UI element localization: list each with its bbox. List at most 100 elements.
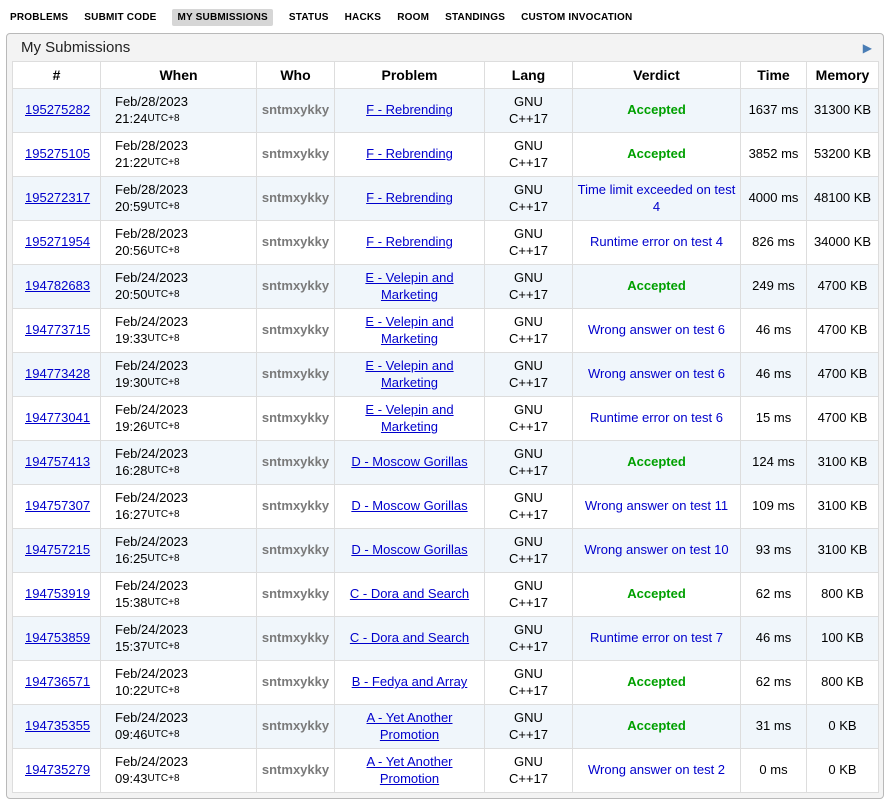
table-row: 194753859 Feb/24/2023 15:37UTC+8 sntmxyk… <box>13 617 879 661</box>
table-row: 194773428 Feb/24/2023 19:30UTC+8 sntmxyk… <box>13 353 879 397</box>
user-link[interactable]: sntmxykky <box>262 586 329 601</box>
expand-arrow-icon[interactable]: ▶ <box>863 42 872 54</box>
user-link[interactable]: sntmxykky <box>262 454 329 469</box>
user-link[interactable]: sntmxykky <box>262 146 329 161</box>
submission-id-link[interactable]: 194757215 <box>25 542 90 557</box>
submission-verdict-cell: Wrong answer on test 2 <box>573 749 741 793</box>
submission-problem-cell: F - Rebrending <box>335 221 485 265</box>
submission-verdict-cell: Wrong answer on test 6 <box>573 353 741 397</box>
user-link[interactable]: sntmxykky <box>262 762 329 777</box>
submission-date: Feb/24/2023 <box>115 358 252 375</box>
submission-id-link[interactable]: 194753919 <box>25 586 90 601</box>
submission-memory-cell: 0 KB <box>807 705 879 749</box>
col-header-who: Who <box>257 62 335 89</box>
verdict-text: Wrong answer on test 10 <box>584 542 728 557</box>
nav-item-custom-invocation[interactable]: CUSTOM INVOCATION <box>521 12 632 23</box>
nav-item-room[interactable]: ROOM <box>397 12 429 23</box>
submission-id-link[interactable]: 194782683 <box>25 278 90 293</box>
submission-id-link[interactable]: 194735355 <box>25 718 90 733</box>
submission-time-line: 09:43UTC+8 <box>115 771 252 788</box>
problem-link[interactable]: D - Moscow Gorillas <box>351 498 467 513</box>
nav-item-status[interactable]: STATUS <box>289 12 329 23</box>
submission-problem-cell: A - Yet Another Promotion <box>335 705 485 749</box>
submission-verdict-cell: Wrong answer on test 10 <box>573 529 741 573</box>
submission-who-cell: sntmxykky <box>257 485 335 529</box>
submission-when-cell: Feb/28/2023 20:59UTC+8 <box>101 177 257 221</box>
user-link[interactable]: sntmxykky <box>262 498 329 513</box>
problem-link[interactable]: D - Moscow Gorillas <box>351 454 467 469</box>
submission-id-link[interactable]: 195272317 <box>25 190 90 205</box>
submission-id-link[interactable]: 194736571 <box>25 674 90 689</box>
submission-id-link[interactable]: 194773715 <box>25 322 90 337</box>
user-link[interactable]: sntmxykky <box>262 190 329 205</box>
problem-link[interactable]: E - Velepin and Marketing <box>365 402 453 434</box>
nav-item-submit-code[interactable]: SUBMIT CODE <box>84 12 156 23</box>
nav-item-my-submissions[interactable]: MY SUBMISSIONS <box>172 9 272 26</box>
submission-time-line: 15:37UTC+8 <box>115 639 252 656</box>
submission-memory-cell: 100 KB <box>807 617 879 661</box>
problem-link[interactable]: F - Rebrending <box>366 146 453 161</box>
user-link[interactable]: sntmxykky <box>262 234 329 249</box>
table-row: 195271954 Feb/28/2023 20:56UTC+8 sntmxyk… <box>13 221 879 265</box>
submission-who-cell: sntmxykky <box>257 617 335 661</box>
problem-link[interactable]: C - Dora and Search <box>350 586 469 601</box>
problem-link[interactable]: D - Moscow Gorillas <box>351 542 467 557</box>
user-link[interactable]: sntmxykky <box>262 410 329 425</box>
submission-exec-time-cell: 15 ms <box>741 397 807 441</box>
timezone-label: UTC+8 <box>148 553 180 564</box>
user-link[interactable]: sntmxykky <box>262 542 329 557</box>
submission-id-link[interactable]: 194773041 <box>25 410 90 425</box>
problem-link[interactable]: F - Rebrending <box>366 190 453 205</box>
user-link[interactable]: sntmxykky <box>262 278 329 293</box>
submission-id-link[interactable]: 194773428 <box>25 366 90 381</box>
verdict-text: Wrong answer on test 6 <box>588 322 725 337</box>
submission-id-link[interactable]: 194757413 <box>25 454 90 469</box>
submission-date: Feb/24/2023 <box>115 270 252 287</box>
submissions-table: # When Who Problem Lang Verdict Time Mem… <box>12 61 879 793</box>
submission-id-link[interactable]: 195275105 <box>25 146 90 161</box>
submission-memory-cell: 48100 KB <box>807 177 879 221</box>
user-link[interactable]: sntmxykky <box>262 630 329 645</box>
nav-item-standings[interactable]: STANDINGS <box>445 12 505 23</box>
submission-id-link[interactable]: 195275282 <box>25 102 90 117</box>
problem-link[interactable]: F - Rebrending <box>366 102 453 117</box>
user-link[interactable]: sntmxykky <box>262 102 329 117</box>
submission-time-line: 21:24UTC+8 <box>115 111 252 128</box>
submission-memory-cell: 4700 KB <box>807 309 879 353</box>
table-row: 194736571 Feb/24/2023 10:22UTC+8 sntmxyk… <box>13 661 879 705</box>
nav-item-problems[interactable]: PROBLEMS <box>10 12 68 23</box>
submission-lang-cell: GNU C++17 <box>485 397 573 441</box>
submission-who-cell: sntmxykky <box>257 265 335 309</box>
problem-link[interactable]: B - Fedya and Array <box>352 674 468 689</box>
submission-who-cell: sntmxykky <box>257 573 335 617</box>
problem-link[interactable]: A - Yet Another Promotion <box>366 710 452 742</box>
problem-link[interactable]: A - Yet Another Promotion <box>366 754 452 786</box>
problem-link[interactable]: C - Dora and Search <box>350 630 469 645</box>
submission-who-cell: sntmxykky <box>257 221 335 265</box>
user-link[interactable]: sntmxykky <box>262 322 329 337</box>
col-header-problem: Problem <box>335 62 485 89</box>
user-link[interactable]: sntmxykky <box>262 674 329 689</box>
submission-id-link[interactable]: 194753859 <box>25 630 90 645</box>
submission-id-link[interactable]: 194735279 <box>25 762 90 777</box>
submission-exec-time-cell: 124 ms <box>741 441 807 485</box>
submission-id-link[interactable]: 194757307 <box>25 498 90 513</box>
nav-item-hacks[interactable]: HACKS <box>345 12 382 23</box>
problem-link[interactable]: E - Velepin and Marketing <box>365 358 453 390</box>
submission-who-cell: sntmxykky <box>257 441 335 485</box>
submission-problem-cell: D - Moscow Gorillas <box>335 441 485 485</box>
submission-date: Feb/24/2023 <box>115 534 252 551</box>
submission-memory-cell: 3100 KB <box>807 441 879 485</box>
submission-id-cell: 195271954 <box>13 221 101 265</box>
submission-exec-time-cell: 249 ms <box>741 265 807 309</box>
submission-when-cell: Feb/24/2023 15:37UTC+8 <box>101 617 257 661</box>
problem-link[interactable]: E - Velepin and Marketing <box>365 270 453 302</box>
user-link[interactable]: sntmxykky <box>262 366 329 381</box>
table-row: 194735279 Feb/24/2023 09:43UTC+8 sntmxyk… <box>13 749 879 793</box>
table-row: 195272317 Feb/28/2023 20:59UTC+8 sntmxyk… <box>13 177 879 221</box>
timezone-label: UTC+8 <box>148 509 180 520</box>
user-link[interactable]: sntmxykky <box>262 718 329 733</box>
problem-link[interactable]: F - Rebrending <box>366 234 453 249</box>
submission-id-link[interactable]: 195271954 <box>25 234 90 249</box>
problem-link[interactable]: E - Velepin and Marketing <box>365 314 453 346</box>
